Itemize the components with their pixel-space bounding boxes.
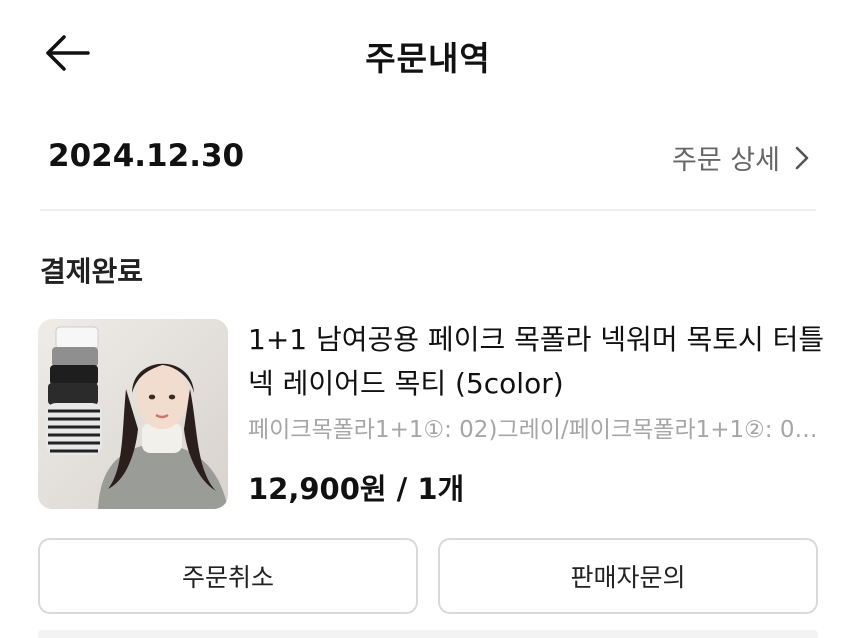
product-option: 페이크목폴라1+1①: 02)그레이/페이크목폴라1+1②: 04)블랙 — [248, 417, 820, 443]
product-name[interactable]: 1+1 남여공용 페이크 목폴라 넥워머 목토시 터틀넥 레이어드 목티 (5c… — [248, 318, 828, 406]
seller-inquiry-button[interactable]: 판매자문의 — [438, 538, 818, 614]
product-photo — [38, 319, 228, 509]
section-divider — [40, 209, 816, 211]
top-app-bar: 주문내역 — [0, 0, 856, 106]
order-header-row: 2024.12.30 주문 상세 — [40, 132, 816, 184]
order-history-page: 주문내역 2024.12.30 주문 상세 결제완료 1+1 남여공용 페이크 … — [0, 0, 856, 638]
next-section-edge — [38, 630, 818, 638]
order-detail-label: 주문 상세 — [672, 145, 780, 176]
order-status: 결제완료 — [40, 255, 144, 288]
order-date: 2024.12.30 — [48, 138, 245, 174]
product-image[interactable] — [38, 319, 228, 509]
product-info: 1+1 남여공용 페이크 목폴라 넥워머 목토시 터틀넥 레이어드 목티 (5c… — [248, 318, 828, 508]
page-title: 주문내역 — [365, 39, 491, 78]
chevron-right-icon — [795, 146, 809, 169]
product-price: 12,900원 / 1개 — [248, 472, 465, 506]
cancel-order-button[interactable]: 주문취소 — [38, 538, 418, 614]
order-detail-link[interactable]: 주문 상세 — [672, 138, 810, 177]
